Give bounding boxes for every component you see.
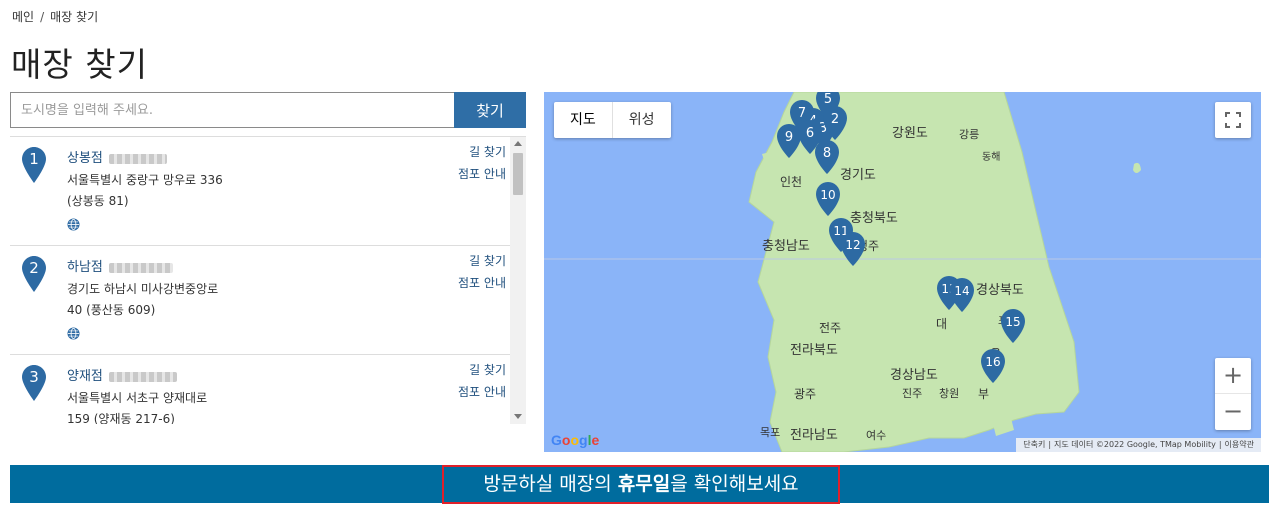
store-number: 1 <box>29 150 39 168</box>
directions-link[interactable]: 길 찾기 <box>469 361 506 378</box>
store-number: 3 <box>29 368 39 386</box>
directions-link[interactable]: 길 찾기 <box>469 143 506 160</box>
svg-text:15: 15 <box>1005 315 1020 329</box>
fullscreen-icon <box>1225 112 1241 128</box>
map-type-control: 지도 위성 <box>554 102 671 138</box>
svg-text:8: 8 <box>823 146 831 161</box>
scroll-thumb[interactable] <box>513 153 523 195</box>
keyboard-shortcuts-link[interactable]: 단축키 <box>1023 440 1045 449</box>
map-data-text: 지도 데이터 ©2022 Google, TMap Mobility <box>1054 440 1216 449</box>
map-label: 전라남도 <box>790 428 838 443</box>
svg-text:6: 6 <box>806 126 814 141</box>
globe-icon[interactable] <box>67 327 80 340</box>
svg-text:5: 5 <box>824 92 832 107</box>
zoom-in-button[interactable]: + <box>1215 358 1251 394</box>
store-map[interactable]: 강원도 강릉 동해 인천 경기도 충청북도 충청남도 청주 경상북도 포항 전주… <box>544 92 1261 452</box>
scroll-down-arrow-icon[interactable] <box>514 414 522 419</box>
map-label: 충청북도 <box>850 211 898 226</box>
map-label: 경기도 <box>840 168 876 183</box>
search-button[interactable]: 찾기 <box>454 92 526 128</box>
map-label: 충청남도 <box>762 239 810 254</box>
store-address: 서울특별시 중랑구 망우로 336 (상봉동 81) <box>67 173 223 208</box>
zoom-control: + − <box>1215 358 1251 430</box>
store-number: 2 <box>29 259 39 277</box>
holiday-banner[interactable]: 방문하실 매장의 휴무일을 확인해보세요 <box>10 465 1269 504</box>
scroll-up-arrow-icon[interactable] <box>514 141 522 146</box>
store-info-link[interactable]: 점포 안내 <box>458 383 506 400</box>
svg-text:10: 10 <box>820 188 835 202</box>
breadcrumb: 메인 / 매장 찾기 <box>12 8 98 25</box>
map-type-satellite-button[interactable]: 위성 <box>613 102 671 138</box>
breadcrumb-home[interactable]: 메인 <box>12 10 34 24</box>
island-ulleung <box>1133 162 1141 173</box>
map-label: 강릉 <box>959 128 979 141</box>
svg-text:12: 12 <box>845 238 860 252</box>
map-label: 부 <box>978 387 989 401</box>
blurred-phone <box>108 371 177 382</box>
terms-link[interactable]: 이용약관 <box>1225 440 1254 449</box>
svg-text:2: 2 <box>831 112 839 127</box>
map-label: 전주 <box>819 321 841 335</box>
store-info-link[interactable]: 점포 안내 <box>458 274 506 291</box>
svg-text:9: 9 <box>785 130 793 145</box>
breadcrumb-current: 매장 찾기 <box>50 10 99 24</box>
map-label: 광주 <box>794 387 816 401</box>
map-label: 인천 <box>780 174 802 189</box>
store-item[interactable]: 1 상봉점 서울특별시 중랑구 망우로 336 (상봉동 81) 길 찾기 점포 … <box>10 137 510 246</box>
map-label: 대 <box>936 317 947 331</box>
fullscreen-button[interactable] <box>1215 102 1251 138</box>
store-address: 서울특별시 서초구 양재대로 159 (양재동 217-6) <box>67 391 208 424</box>
breadcrumb-separator: / <box>40 10 45 24</box>
store-item[interactable]: 2 하남점 경기도 하남시 미사강변중앙로 40 (풍산동 609) 길 찾기 점… <box>10 246 510 355</box>
map-label: 목포 <box>760 426 780 439</box>
map-label: 전라북도 <box>790 343 838 358</box>
holiday-banner-text: 방문하실 매장의 휴무일을 확인해보세요 <box>442 465 840 504</box>
city-search-input[interactable] <box>10 92 454 128</box>
map-label: 경상남도 <box>890 368 938 383</box>
store-name[interactable]: 상봉점 <box>67 147 167 166</box>
globe-icon[interactable] <box>67 218 80 231</box>
map-label: 진주 <box>902 387 922 400</box>
map-label: 창원 <box>939 387 959 400</box>
store-list-panel[interactable]: 1 상봉점 서울특별시 중랑구 망우로 336 (상봉동 81) 길 찾기 점포 … <box>10 136 526 424</box>
map-label: 경상북도 <box>976 283 1024 298</box>
store-list-scrollbar[interactable] <box>510 137 526 424</box>
page-title: 매장 찾기 <box>11 45 148 84</box>
directions-link[interactable]: 길 찾기 <box>469 252 506 269</box>
search-bar: 찾기 <box>10 92 526 128</box>
store-info-link[interactable]: 점포 안내 <box>458 165 506 182</box>
svg-text:14: 14 <box>954 284 969 298</box>
svg-text:16: 16 <box>985 355 1000 369</box>
google-logo[interactable]: Google <box>551 432 599 448</box>
map-canvas[interactable]: 강원도 강릉 동해 인천 경기도 충청북도 충청남도 청주 경상북도 포항 전주… <box>544 92 1261 452</box>
map-type-roadmap-button[interactable]: 지도 <box>554 102 613 138</box>
store-name[interactable]: 하남점 <box>67 256 173 275</box>
map-label: 여수 <box>866 429 886 442</box>
map-label: 강원도 <box>892 126 928 141</box>
store-list: 1 상봉점 서울특별시 중랑구 망우로 336 (상봉동 81) 길 찾기 점포 … <box>10 137 510 424</box>
map-attribution: 단축키 | 지도 데이터 ©2022 Google, TMap Mobility | 이… <box>1016 438 1261 452</box>
store-address: 경기도 하남시 미사강변중앙로 40 (풍산동 609) <box>67 282 219 317</box>
map-label: 동해 <box>982 150 1000 163</box>
zoom-out-button[interactable]: − <box>1215 394 1251 430</box>
store-item[interactable]: 3 양재점 서울특별시 서초구 양재대로 159 (양재동 217-6) 길 찾기… <box>10 355 510 424</box>
blurred-phone <box>108 153 167 164</box>
store-name[interactable]: 양재점 <box>67 365 177 384</box>
blurred-phone <box>108 262 173 273</box>
